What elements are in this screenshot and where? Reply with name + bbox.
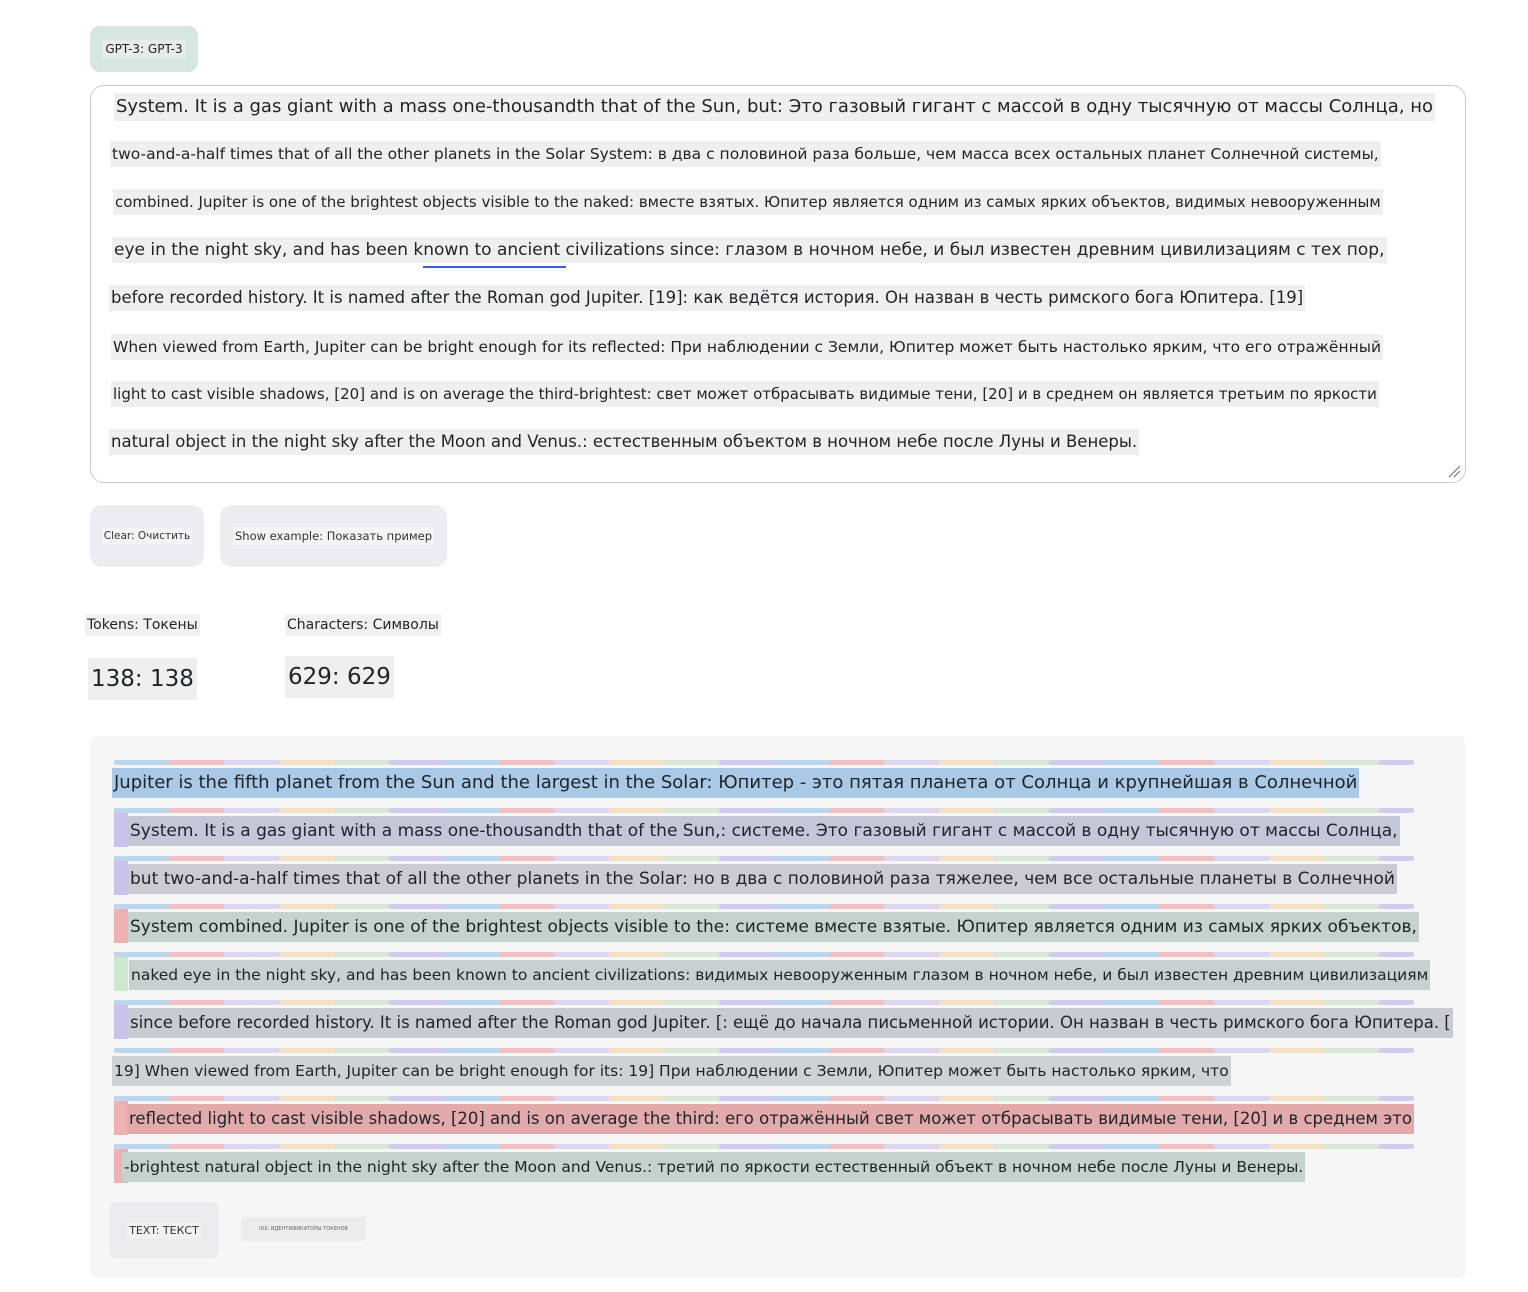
token-chip (114, 909, 128, 943)
clear-button-label: Clear: Очистить (101, 528, 193, 544)
spellcheck-underline (423, 266, 566, 268)
text-view-button[interactable]: TEXT: ТЕКСТ (110, 1202, 218, 1258)
token-line: but two-and-a-half times that of all the… (128, 864, 1397, 894)
input-line: combined. Jupiter is one of the brightes… (113, 189, 1383, 215)
model-selector[interactable]: GPT-3: GPT-3 (90, 26, 198, 72)
token-color-stripe (114, 856, 1414, 861)
resize-handle-icon[interactable] (1447, 464, 1461, 478)
token-color-stripe (114, 1096, 1414, 1101)
token-color-stripe (114, 1000, 1414, 1005)
token-line: System combined. Jupiter is one of the b… (128, 912, 1419, 942)
input-line: natural object in the night sky after th… (109, 429, 1140, 455)
token-chip (114, 957, 128, 991)
token-color-stripe (114, 952, 1414, 957)
input-line: two-and-a-half times that of all the oth… (110, 141, 1381, 167)
token-chip (114, 861, 128, 895)
token-chip (114, 813, 128, 847)
model-label: GPT-3: GPT-3 (102, 40, 186, 58)
token-line: reflected light to cast visible shadows,… (127, 1104, 1414, 1134)
token-color-stripe (114, 904, 1414, 909)
tokens-label: Tokens: Токены (85, 614, 200, 636)
input-textarea[interactable]: System. It is a gas giant with a mass on… (90, 85, 1466, 483)
show-example-button[interactable]: Show example: Показать пример (220, 505, 447, 567)
token-color-stripe (114, 760, 1414, 765)
input-line: System. It is a gas giant with a mass on… (114, 93, 1436, 121)
characters-value: 629: 629 (285, 656, 394, 698)
token-color-stripe (114, 808, 1414, 813)
tokens-value: 138: 138 (88, 658, 197, 700)
token-color-stripe (114, 1144, 1414, 1149)
show-example-button-label: Show example: Показать пример (232, 527, 435, 545)
token-color-stripe (114, 1048, 1414, 1053)
token-line: 19] When viewed from Earth, Jupiter can … (112, 1056, 1231, 1086)
text-view-label: TEXT: ТЕКСТ (127, 1221, 201, 1239)
token-line: Jupiter is the fifth planet from the Sun… (112, 768, 1360, 798)
token-line: System. It is a gas giant with a mass on… (128, 816, 1400, 846)
token-chip (114, 1101, 128, 1135)
ids-view-label: IDS: ИДЕНТИФИКАТОРЫ ТОКЕНОВ (259, 1226, 348, 1232)
input-line: light to cast visible shadows, [20] and … (111, 381, 1379, 407)
input-line: before recorded history. It is named aft… (109, 285, 1306, 311)
token-line: naked eye in the night sky, and has been… (129, 960, 1431, 990)
tokenized-output: Jupiter is the fifth planet from the Sun… (90, 736, 1466, 1278)
token-line: since before recorded history. It is nam… (128, 1008, 1453, 1038)
token-chip (114, 1005, 128, 1039)
token-line: -brightest natural object in the night s… (122, 1152, 1306, 1182)
characters-label: Characters: Символы (285, 614, 441, 636)
ids-view-button[interactable]: IDS: ИДЕНТИФИКАТОРЫ ТОКЕНОВ (241, 1217, 366, 1241)
clear-button[interactable]: Clear: Очистить (90, 505, 204, 567)
input-line: When viewed from Earth, Jupiter can be b… (111, 334, 1384, 360)
input-line: eye in the night sky, and has been known… (112, 237, 1387, 263)
